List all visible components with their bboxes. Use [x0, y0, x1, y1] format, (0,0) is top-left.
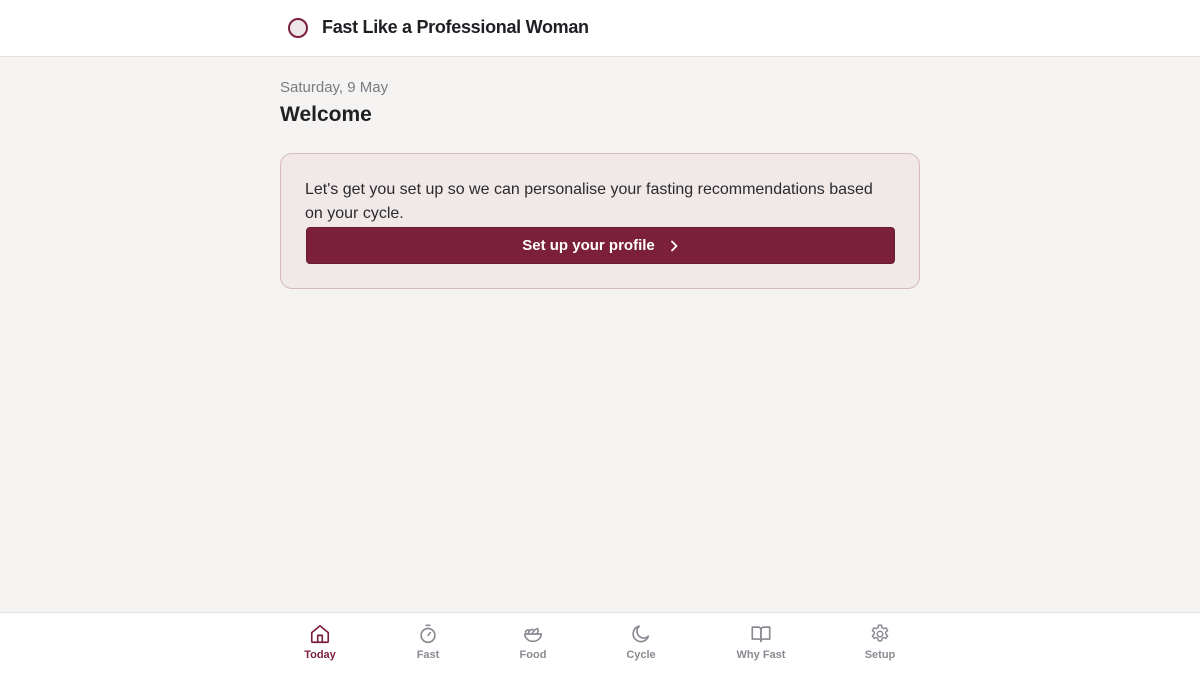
circle-logo-icon	[288, 18, 308, 38]
nav-label-fast: Fast	[416, 649, 440, 661]
nav-label-today: Today	[304, 649, 336, 661]
page-title: Welcome	[280, 103, 372, 126]
nav-label-setup: Setup	[864, 649, 896, 661]
nav-item-fast[interactable]: Fast	[383, 623, 473, 669]
app-header: Fast Like a Professional Woman	[0, 0, 1200, 57]
app-root: Fast Like a Professional Woman Saturday,…	[0, 0, 1200, 675]
book-open-icon	[751, 626, 771, 643]
nav-item-food[interactable]: Food	[488, 623, 578, 669]
moon-icon	[632, 625, 650, 643]
timer-icon	[420, 624, 436, 644]
setup-profile-card: Let's get you set up so we can personali…	[280, 153, 920, 289]
nav-item-why-fast[interactable]: Why Fast	[716, 623, 806, 669]
setup-message: Let's get you set up so we can personali…	[305, 181, 873, 222]
bottom-navigation: Today Fast Food Cycle Why Fast Setup	[0, 612, 1200, 675]
nav-item-setup[interactable]: Setup	[835, 623, 925, 669]
setup-profile-button-label: Set up your profile	[522, 237, 655, 254]
nav-label-why-fast: Why Fast	[736, 649, 786, 661]
nav-item-today[interactable]: Today	[275, 623, 365, 669]
gear-icon	[871, 624, 889, 642]
app-title: Fast Like a Professional Woman	[322, 17, 589, 37]
setup-profile-button[interactable]: Set up your profile	[306, 227, 895, 264]
chevron-right-icon	[670, 240, 678, 251]
nav-label-cycle: Cycle	[626, 649, 656, 661]
current-date: Saturday, 9 May	[280, 79, 389, 96]
home-icon	[310, 624, 330, 644]
salad-bowl-icon	[523, 627, 543, 643]
nav-label-food: Food	[519, 649, 547, 661]
nav-item-cycle[interactable]: Cycle	[596, 623, 686, 669]
